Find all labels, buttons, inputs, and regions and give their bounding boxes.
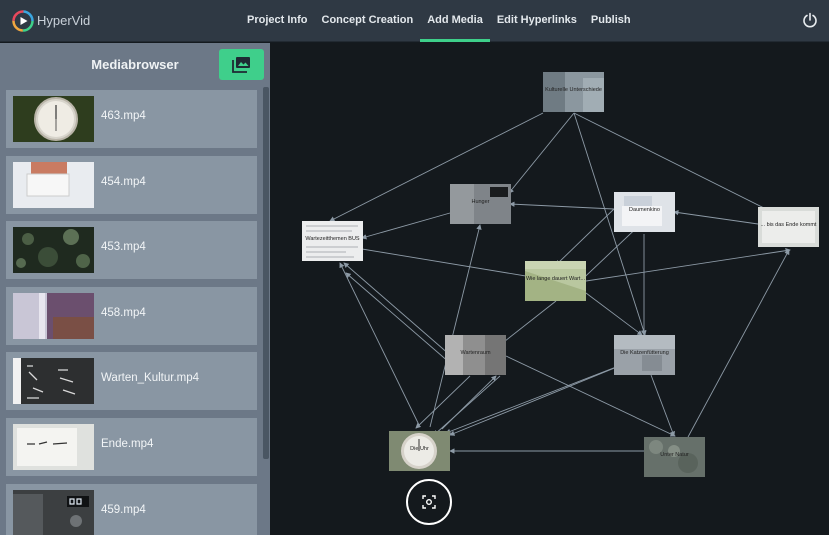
list-item[interactable]: 463.mp4 bbox=[6, 90, 257, 148]
node-label: Die Uhr bbox=[410, 446, 429, 452]
graph-node-die-uhr[interactable]: Die Uhr bbox=[389, 431, 450, 471]
media-filename: 458.mp4 bbox=[101, 306, 146, 319]
media-filename: 453.mp4 bbox=[101, 241, 146, 254]
tab-add-media[interactable]: Add Media bbox=[420, 0, 490, 42]
media-thumbnail bbox=[13, 358, 94, 405]
fit-view-button[interactable] bbox=[406, 479, 452, 525]
graph-node-hunger[interactable]: Hunger bbox=[450, 184, 511, 224]
media-thumbnail bbox=[13, 489, 94, 535]
graph-node-die-katzenfuetterung[interactable]: Die Katzenfütterung bbox=[614, 335, 675, 375]
node-label: Kulturelle Unterschiede bbox=[545, 87, 602, 93]
node-label: Unter Natur bbox=[660, 452, 689, 458]
list-item[interactable]: 458.mp4 bbox=[6, 286, 257, 345]
main-nav: Project Info Concept Creation Add Media … bbox=[240, 0, 638, 42]
hyperlink-graph-canvas[interactable]: Kulturelle Unterschiede Hunger Daumenkin… bbox=[270, 43, 829, 535]
media-filename: Ende.mp4 bbox=[101, 437, 154, 450]
list-item[interactable]: Warten_Kultur.mp4 bbox=[6, 352, 257, 411]
tab-concept-creation[interactable]: Concept Creation bbox=[315, 0, 421, 42]
list-item[interactable]: 454.mp4 bbox=[6, 155, 257, 214]
graph-node-wartezeitthemen-bus[interactable]: Wartezeitthemen BUS bbox=[302, 221, 363, 261]
image-gallery-icon bbox=[232, 57, 250, 73]
graph-node-daumenkino[interactable]: Daumenkino bbox=[614, 192, 675, 232]
power-icon[interactable] bbox=[802, 12, 818, 28]
graph-node-wartenraum[interactable]: Wartenraum bbox=[445, 335, 506, 375]
media-filename: 454.mp4 bbox=[101, 175, 146, 188]
add-media-button[interactable] bbox=[219, 49, 264, 80]
app-name: HyperVid bbox=[37, 13, 91, 28]
node-label: ... bis das Ende kommt bbox=[760, 222, 817, 228]
media-thumbnail bbox=[13, 292, 94, 339]
node-label: Hunger bbox=[471, 199, 490, 205]
media-filename: 463.mp4 bbox=[101, 110, 146, 122]
list-item[interactable]: Ende.mp4 bbox=[6, 417, 257, 476]
media-filename: 459.mp4 bbox=[101, 503, 146, 516]
media-list-scrollbar[interactable] bbox=[263, 87, 269, 459]
top-bar: HyperVid Project Info Concept Creation A… bbox=[0, 0, 829, 42]
graph-node-kulturelle-unterschiede[interactable]: Kulturelle Unterschiede bbox=[543, 72, 604, 112]
graph-node-wie-lange-dauert-warten[interactable]: Wie lange dauert Wart... bbox=[525, 261, 586, 301]
media-thumbnail bbox=[13, 161, 94, 208]
media-filename: Warten_Kultur.mp4 bbox=[101, 372, 200, 385]
media-thumbnail bbox=[13, 423, 94, 470]
tab-edit-hyperlinks[interactable]: Edit Hyperlinks bbox=[490, 0, 584, 42]
app-window: HyperVid Project Info Concept Creation A… bbox=[0, 0, 829, 535]
media-browser-panel: Mediabrowser 463.mp4 454.mp4 453.mp4 458… bbox=[0, 43, 270, 535]
hypervid-logo-icon bbox=[12, 10, 34, 32]
node-label: Wie lange dauert Wart... bbox=[525, 276, 586, 282]
media-list: 463.mp4 454.mp4 453.mp4 458.mp4 Warten_K… bbox=[6, 90, 257, 535]
media-browser-header: Mediabrowser bbox=[0, 43, 270, 87]
tab-project-info[interactable]: Project Info bbox=[240, 0, 315, 42]
list-item[interactable]: 453.mp4 bbox=[6, 221, 257, 280]
node-label: Wartezeitthemen BUS bbox=[305, 236, 360, 242]
graph-node-bis-das-ende-kommt[interactable]: ... bis das Ende kommt bbox=[758, 207, 819, 247]
node-label: Daumenkino bbox=[629, 207, 660, 213]
list-item[interactable]: 459.mp4 bbox=[6, 483, 257, 535]
node-label: Wartenraum bbox=[460, 350, 491, 356]
media-thumbnail bbox=[13, 96, 94, 142]
media-thumbnail bbox=[13, 227, 94, 274]
node-label: Die Katzenfütterung bbox=[620, 350, 669, 356]
tab-publish[interactable]: Publish bbox=[584, 0, 638, 42]
graph-node-unter-natur[interactable]: Unter Natur bbox=[644, 437, 705, 477]
focus-icon bbox=[422, 495, 436, 509]
